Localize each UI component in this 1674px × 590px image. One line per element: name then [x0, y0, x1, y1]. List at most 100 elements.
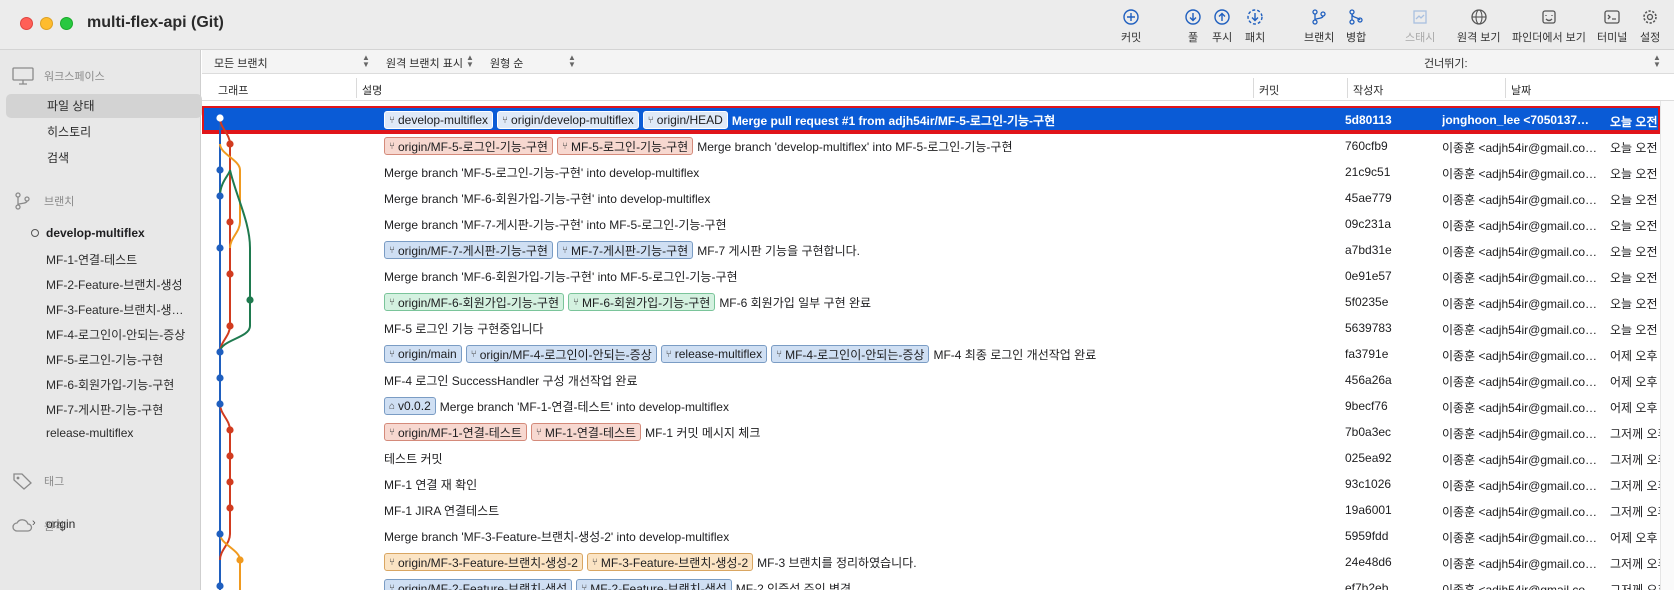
- branch-label-badge[interactable]: ⑂ MF-6-회원가입-기능-구현: [568, 293, 716, 311]
- sidebar-branch-mf-5[interactable]: MF-5-로그인-기능-구현: [46, 351, 163, 368]
- fetch-button[interactable]: 패치: [1245, 8, 1265, 46]
- commit-row[interactable]: MF-1 JIRA 연결테스트 19a6001 이종훈 <adjh54ir@gmai…: [202, 496, 1669, 522]
- push-button[interactable]: 푸시: [1212, 8, 1232, 46]
- branch-button[interactable]: 브랜치: [1304, 8, 1334, 46]
- branch-label-badge[interactable]: ⑂ origin/MF-3-Feature-브랜치-생성-2: [384, 553, 583, 571]
- version-tag-label[interactable]: ⌂ v0.0.2: [384, 397, 436, 415]
- sidebar-branch-mf-7[interactable]: MF-7-게시판-기능-구현: [46, 401, 163, 418]
- commit-row[interactable]: ⑂ origin/main ⑂ origin/MF-4-로그인이-안되는-증상 ⑂ rel…: [202, 340, 1660, 366]
- column-date[interactable]: 날짜: [1511, 82, 1531, 98]
- pull-button[interactable]: 풀: [1184, 8, 1202, 46]
- commit-hash: 19a6001: [1345, 503, 1392, 517]
- branch-label-badge[interactable]: ⑂ origin/MF-6-회원가입-기능-구현: [384, 293, 564, 311]
- commit-row[interactable]: MF-1 연결 재 확인 93c1026 이종훈 <adjh54ir@gmail.c…: [202, 470, 1669, 496]
- commit-hash: ef7b2eb: [1345, 581, 1389, 590]
- sidebar-branch-mf-1[interactable]: MF-1-연결-테스트: [46, 251, 137, 268]
- commit-row[interactable]: ⑂ origin/MF-7-게시판-기능-구현 ⑂ MF-7-게시판-기능-구현 MF-…: [202, 236, 1660, 262]
- commit-row[interactable]: MF-5 로그인 기능 구현중입니다 5639783 이종훈 <adjh54ir@g…: [202, 314, 1660, 340]
- branch-label-badge[interactable]: ⑂ origin/MF-4-로그인이-안되는-증상: [465, 345, 657, 363]
- branch-label-badge[interactable]: ⑂ origin/main: [384, 345, 462, 363]
- branch-label-badge[interactable]: ⑂ origin/HEAD: [642, 111, 728, 129]
- commit-row[interactable]: ⑂ origin/MF-1-연결-테스트 ⑂ MF-1-연결-테스트 MF-1 커밋 메…: [202, 418, 1669, 444]
- branch-label-badge[interactable]: ⑂ MF-3-Feature-브랜치-생성-2: [586, 553, 754, 571]
- jump-label: 건너뛰기:: [1424, 58, 1468, 70]
- column-divider[interactable]: [1505, 78, 1506, 98]
- commit-row[interactable]: ⑂ origin/MF-2-Feature-브랜치-생성 ⑂ MF-2-Feature…: [202, 574, 1669, 590]
- remote-view-button[interactable]: 원격 보기: [1457, 8, 1501, 46]
- commit-row[interactable]: ⑂ origin/MF-3-Feature-브랜치-생성-2 ⑂ MF-3-Featu…: [202, 548, 1669, 574]
- column-graph[interactable]: 그래프: [218, 82, 248, 98]
- sidebar-branch-develop-multiflex[interactable]: develop-multiflex: [46, 226, 145, 240]
- stash-button[interactable]: 스태시: [1405, 8, 1435, 46]
- vertical-scrollbar[interactable]: [1660, 101, 1674, 590]
- branch-label-badge[interactable]: ⑂ origin/MF-5-로그인-기능-구현: [384, 137, 553, 155]
- commit-row[interactable]: ⌂ v0.0.2 Merge branch 'MF-1-연결-테스트' into d…: [202, 392, 1660, 418]
- branch-label-badge[interactable]: ⑂ origin/MF-2-Feature-브랜치-생성: [384, 579, 573, 590]
- column-author[interactable]: 작성자: [1353, 82, 1383, 98]
- settings-button[interactable]: 설정: [1640, 8, 1660, 46]
- branch-label-badge[interactable]: ⑂ MF-7-게시판-기능-구현: [556, 241, 694, 259]
- branch-filter-select[interactable]: 모든 브랜치: [214, 55, 268, 71]
- close-window-button[interactable]: [20, 17, 33, 30]
- sidebar-branch-mf-3[interactable]: MF-3-Feature-브랜치-생…: [46, 301, 184, 318]
- branch-label-badge[interactable]: ⑂ MF-5-로그인-기능-구현: [556, 137, 694, 155]
- zoom-window-button[interactable]: [60, 17, 73, 30]
- minimize-window-button[interactable]: [40, 17, 53, 30]
- branch-label-badge[interactable]: ⑂ develop-multiflex: [384, 111, 494, 129]
- column-divider[interactable]: [356, 78, 357, 98]
- commit-hash: 5d80113: [1345, 113, 1392, 127]
- commit-row[interactable]: Merge branch 'MF-3-Feature-브랜치-생성-2' int…: [202, 522, 1660, 548]
- sidebar-branch-mf-2[interactable]: MF-2-Feature-브랜치-생성: [46, 276, 183, 293]
- sidebar-item-history[interactable]: 히스토리: [6, 120, 202, 144]
- branch-icon: ⑂: [389, 348, 395, 360]
- branch-label-badge[interactable]: ⑂ MF-2-Feature-브랜치-생성: [576, 579, 732, 590]
- branch-label-badge[interactable]: ⑂ origin/MF-7-게시판-기능-구현: [384, 241, 553, 259]
- column-description[interactable]: 설명: [362, 82, 382, 98]
- commit-node: [226, 140, 234, 148]
- branch-icon: ⑂: [535, 426, 542, 438]
- branches-label: 브랜치: [44, 196, 75, 208]
- branch-label-badge[interactable]: ⑂ MF-1-연결-테스트: [530, 423, 642, 441]
- commit-row[interactable]: Merge branch 'MF-5-로그인-기능-구현' into devel…: [202, 158, 1660, 184]
- show-in-finder-button[interactable]: 파인더에서 보기: [1512, 8, 1586, 46]
- column-divider[interactable]: [1253, 78, 1254, 98]
- branch-label-badge[interactable]: ⑂ release-multiflex: [660, 345, 768, 363]
- commit-author: 이종훈 <adjh54ir@gmail.co…: [1442, 557, 1598, 571]
- terminal-button[interactable]: 터미널: [1597, 8, 1627, 46]
- sidebar-branch-mf-6[interactable]: MF-6-회원가입-기능-구현: [46, 376, 174, 393]
- globe-icon: [1471, 9, 1487, 25]
- order-select[interactable]: 원형 순: [490, 55, 523, 71]
- sidebar-remote-origin[interactable]: origin: [46, 517, 75, 531]
- chevron-right-icon[interactable]: ›: [32, 517, 36, 529]
- badge-text: v0.0.2: [398, 399, 431, 413]
- branch-label-badge[interactable]: ⑂ MF-4-로그인이-안되는-증상: [771, 345, 930, 363]
- column-divider[interactable]: [1347, 78, 1348, 98]
- commit-author: 이종훈 <adjh54ir@gmail.co…: [1442, 375, 1598, 389]
- download-arrow-icon: [1185, 9, 1201, 25]
- commit-message: MF-7 게시판 기능을 구현합니다.: [697, 243, 860, 258]
- badge-text: origin/MF-4-로그인이-안되는-증상: [479, 347, 652, 362]
- commit-row[interactable]: Merge branch 'MF-6-회원가입-기능-구현' into MF-5…: [202, 262, 1660, 288]
- merge-button[interactable]: 병합: [1346, 8, 1366, 46]
- commit-author: 이종훈 <adjh54ir@gmail.co…: [1442, 583, 1598, 590]
- commit-row[interactable]: MF-4 로그인 SuccessHandler 구성 개선작업 완료 456a26…: [202, 366, 1660, 392]
- column-commit[interactable]: 커밋: [1259, 82, 1279, 98]
- branch-label-badge[interactable]: ⑂ origin/develop-multiflex: [497, 111, 639, 129]
- branch-label-badge[interactable]: ⑂ origin/MF-1-연결-테스트: [384, 423, 527, 441]
- commit-row[interactable]: Merge branch 'MF-7-게시판-기능-구현' into MF-5-…: [202, 210, 1660, 236]
- sidebar-branch-release[interactable]: release-multiflex: [46, 426, 133, 440]
- commit-row[interactable]: ⑂ origin/MF-5-로그인-기능-구현 ⑂ MF-5-로그인-기능-구현 Mer…: [202, 132, 1660, 158]
- pull-label: 풀: [1187, 32, 1199, 44]
- sidebar-item-file-status[interactable]: 파일 상태: [6, 94, 202, 118]
- commit-button[interactable]: 커밋: [1121, 8, 1141, 46]
- commit-row-selected[interactable]: ⑂ develop-multiflex ⑂ origin/develop-multif…: [202, 106, 1662, 134]
- branch-icon: [15, 192, 30, 210]
- commit-row[interactable]: Merge branch 'MF-6-회원가입-기능-구현' into deve…: [202, 184, 1660, 210]
- sidebar-item-search[interactable]: 검색: [6, 146, 202, 170]
- jump-to-select[interactable]: 건너뛰기:: [1424, 55, 1468, 71]
- commit-row[interactable]: ⑂ origin/MF-6-회원가입-기능-구현 ⑂ MF-6-회원가입-기능-구현 M…: [202, 288, 1660, 314]
- badge-text: origin/MF-2-Feature-브랜치-생성: [398, 581, 568, 590]
- sidebar-branch-mf-4[interactable]: MF-4-로그인이-안되는-증상: [46, 326, 185, 343]
- show-remote-select[interactable]: 원격 브랜치 표시: [386, 55, 463, 71]
- commit-row[interactable]: 테스트 커밋 025ea92 이종훈 <adjh54ir@gmail.co… 그저께 …: [202, 444, 1669, 470]
